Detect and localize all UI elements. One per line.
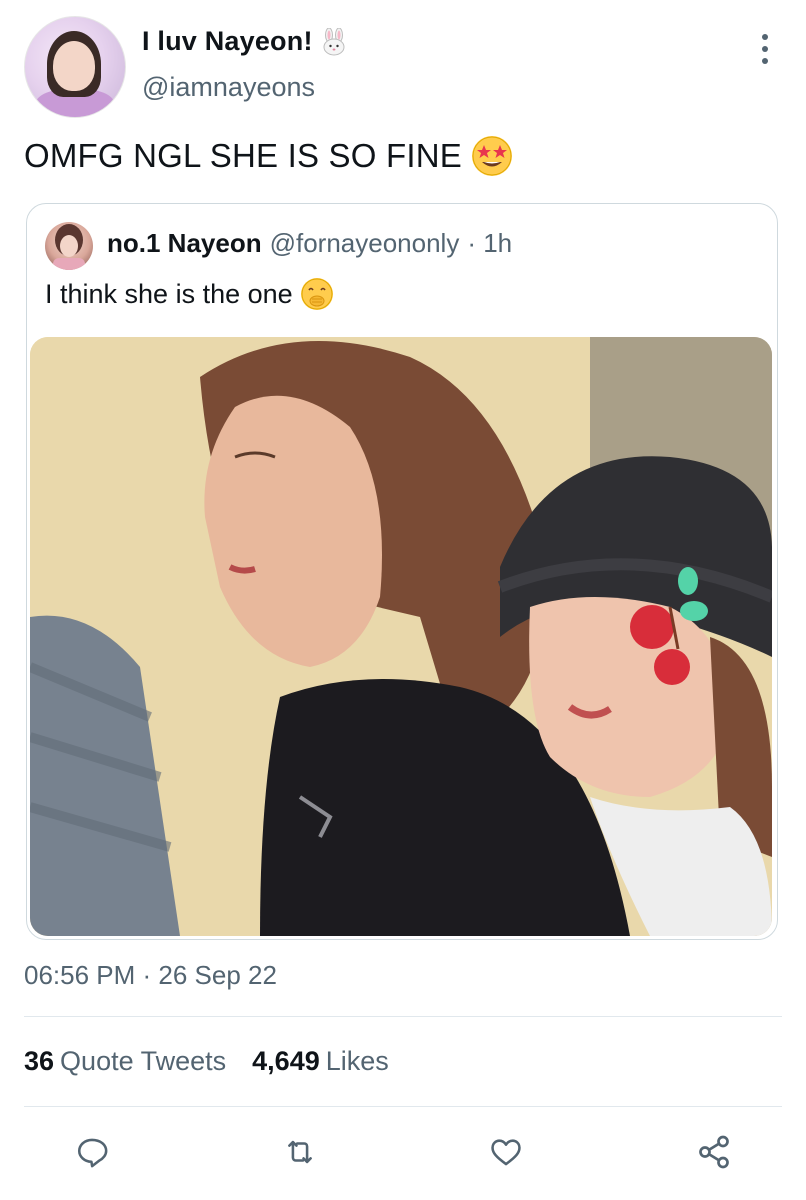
author-avatar[interactable] — [24, 16, 126, 118]
quoted-header: no.1 Nayeon @fornayeononly · 1h — [107, 228, 512, 259]
like-icon — [491, 1139, 521, 1166]
author-display-name[interactable]: I luv Nayeon! — [142, 26, 313, 57]
divider — [24, 1106, 782, 1107]
photo-illustration — [30, 337, 772, 936]
likes-label: Likes — [325, 1046, 389, 1076]
tweet-header: I luv Nayeon! @iamnayeons — [0, 0, 806, 130]
likes-stat[interactable]: 4,649 Likes — [252, 1046, 389, 1077]
quote-tweets-stat[interactable]: 36 Quote Tweets — [24, 1046, 226, 1077]
retweet-icon — [288, 1140, 312, 1164]
reply-button[interactable] — [70, 1130, 114, 1174]
more-dot — [762, 46, 768, 52]
tweet-actions — [0, 1130, 806, 1180]
avatar-face — [53, 41, 95, 91]
divider — [24, 1016, 782, 1017]
face-with-hand-over-mouth-icon — [300, 278, 333, 310]
quoted-text: I think she is the one — [45, 278, 293, 309]
more-options-button[interactable] — [752, 34, 778, 64]
quoted-text-row: I think she is the one — [45, 278, 333, 310]
quoted-time: · 1h — [467, 228, 513, 258]
reply-icon — [77, 1138, 108, 1168]
share-icon — [699, 1135, 729, 1169]
quoted-author-avatar[interactable] — [45, 222, 93, 270]
tweet-text: OMFG NGL SHE IS SO FINE — [24, 137, 462, 174]
quote-tweets-label: Quote Tweets — [60, 1046, 227, 1076]
quoted-display-name[interactable]: no.1 Nayeon — [107, 228, 262, 259]
tweet-timestamp[interactable]: 06:56 PM · 26 Sep 22 — [24, 960, 277, 991]
likes-count: 4,649 — [252, 1046, 320, 1076]
tweet-stats: 36 Quote Tweets 4,649 Likes — [24, 1046, 389, 1077]
quoted-photo[interactable] — [30, 337, 772, 936]
tweet-text-row: OMFG NGL SHE IS SO FINE — [24, 136, 512, 176]
quoted-handle[interactable]: @fornayeononly — [270, 228, 460, 259]
retweet-button[interactable] — [278, 1130, 322, 1174]
share-button[interactable] — [692, 1130, 736, 1174]
star-struck-icon — [471, 136, 512, 176]
author-handle[interactable]: @iamnayeons — [142, 72, 315, 103]
rabbit-face-icon — [321, 27, 347, 56]
quoted-tweet-card[interactable]: no.1 Nayeon @fornayeononly · 1h I think … — [26, 203, 778, 940]
more-dot — [762, 58, 768, 64]
like-button[interactable] — [484, 1130, 528, 1174]
quote-tweets-count: 36 — [24, 1046, 55, 1076]
more-dot — [762, 34, 768, 40]
author-display-name-row[interactable]: I luv Nayeon! — [142, 26, 347, 57]
